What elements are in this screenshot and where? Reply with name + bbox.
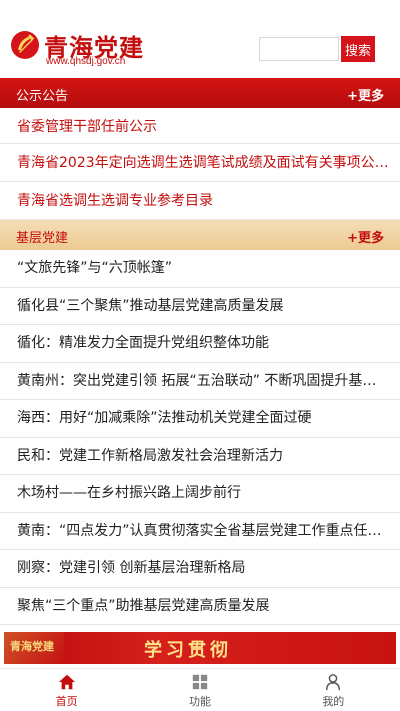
tab-profile-label: 我的 [322, 695, 345, 708]
notice-more-link[interactable]: +更多 [347, 85, 384, 104]
notice-list: 省委管理干部任前公示 青海省2023年定向选调生选调笔试成绩及面试有关事项公… … [0, 108, 400, 220]
news-item[interactable]: 黄南州：突出党建引领 拓展“五治联动” 不断巩固提升基层… [0, 363, 400, 400]
search-input[interactable] [259, 37, 339, 61]
tab-functions-label: 功能 [188, 695, 211, 708]
news-item[interactable]: 循化县“三个聚焦”推动基层党建高质量发展 [0, 288, 400, 325]
tab-profile[interactable]: 我的 [267, 669, 400, 711]
banner-headline: 学习贯彻 [144, 640, 232, 661]
app-header: 青海党建 www.qhsdj.gov.cn 搜索 [0, 0, 400, 78]
home-icon [58, 674, 75, 690]
search-button[interactable]: 搜索 [341, 36, 375, 62]
news-item[interactable]: 刚察：党建引领 创新基层治理新格局 [0, 550, 400, 588]
news-item[interactable]: “文旅先锋”与“六顶帐篷” [0, 250, 400, 288]
party-emblem-icon [11, 31, 39, 59]
news-item[interactable]: 聚焦“三个重点”助推基层党建高质量发展 [0, 588, 400, 625]
grassroots-news-list: “文旅先锋”与“六顶帐篷” 循化县“三个聚焦”推动基层党建高质量发展 循化：精准… [0, 250, 400, 625]
notice-section-title: 公示公告 [16, 89, 69, 104]
notice-section-header: 公示公告 +更多 [0, 78, 400, 108]
tab-functions[interactable]: 功能 [133, 669, 266, 711]
grassroots-section-title: 基层党建 [16, 231, 69, 246]
news-item[interactable]: 木场村——在乡村振兴路上阔步前行 [0, 475, 400, 513]
user-icon [326, 674, 341, 691]
news-item[interactable]: 民和：党建工作新格局激发社会治理新活力 [0, 438, 400, 475]
tab-home-label: 首页 [55, 695, 78, 708]
news-item[interactable]: 黄南：“四点发力”认真贯彻落实全省基层党建工作重点任… [0, 513, 400, 550]
tab-home[interactable]: 首页 [0, 669, 133, 711]
banner-brand-text: 青海党建 [10, 640, 54, 653]
news-item[interactable]: 循化：精准发力全面提升党组织整体功能 [0, 325, 400, 363]
notice-item[interactable]: 青海省选调生选调专业参考目录 [0, 182, 400, 220]
site-url: www.qhsdj.gov.cn [46, 56, 126, 67]
grid-icon [192, 674, 208, 690]
news-item[interactable]: 海西：用好“加减乘除”法推动机关党建全面过硬 [0, 400, 400, 438]
bottom-tab-bar: 首页 功能 我的 [0, 668, 400, 711]
notice-item[interactable]: 省委管理干部任前公示 [0, 108, 400, 144]
promo-banner[interactable]: 青海党建 学习贯彻 [4, 632, 396, 664]
grassroots-section-header: 基层党建 +更多 [0, 220, 400, 250]
notice-item[interactable]: 青海省2023年定向选调生选调笔试成绩及面试有关事项公… [0, 144, 400, 182]
grassroots-more-link[interactable]: +更多 [347, 227, 384, 246]
